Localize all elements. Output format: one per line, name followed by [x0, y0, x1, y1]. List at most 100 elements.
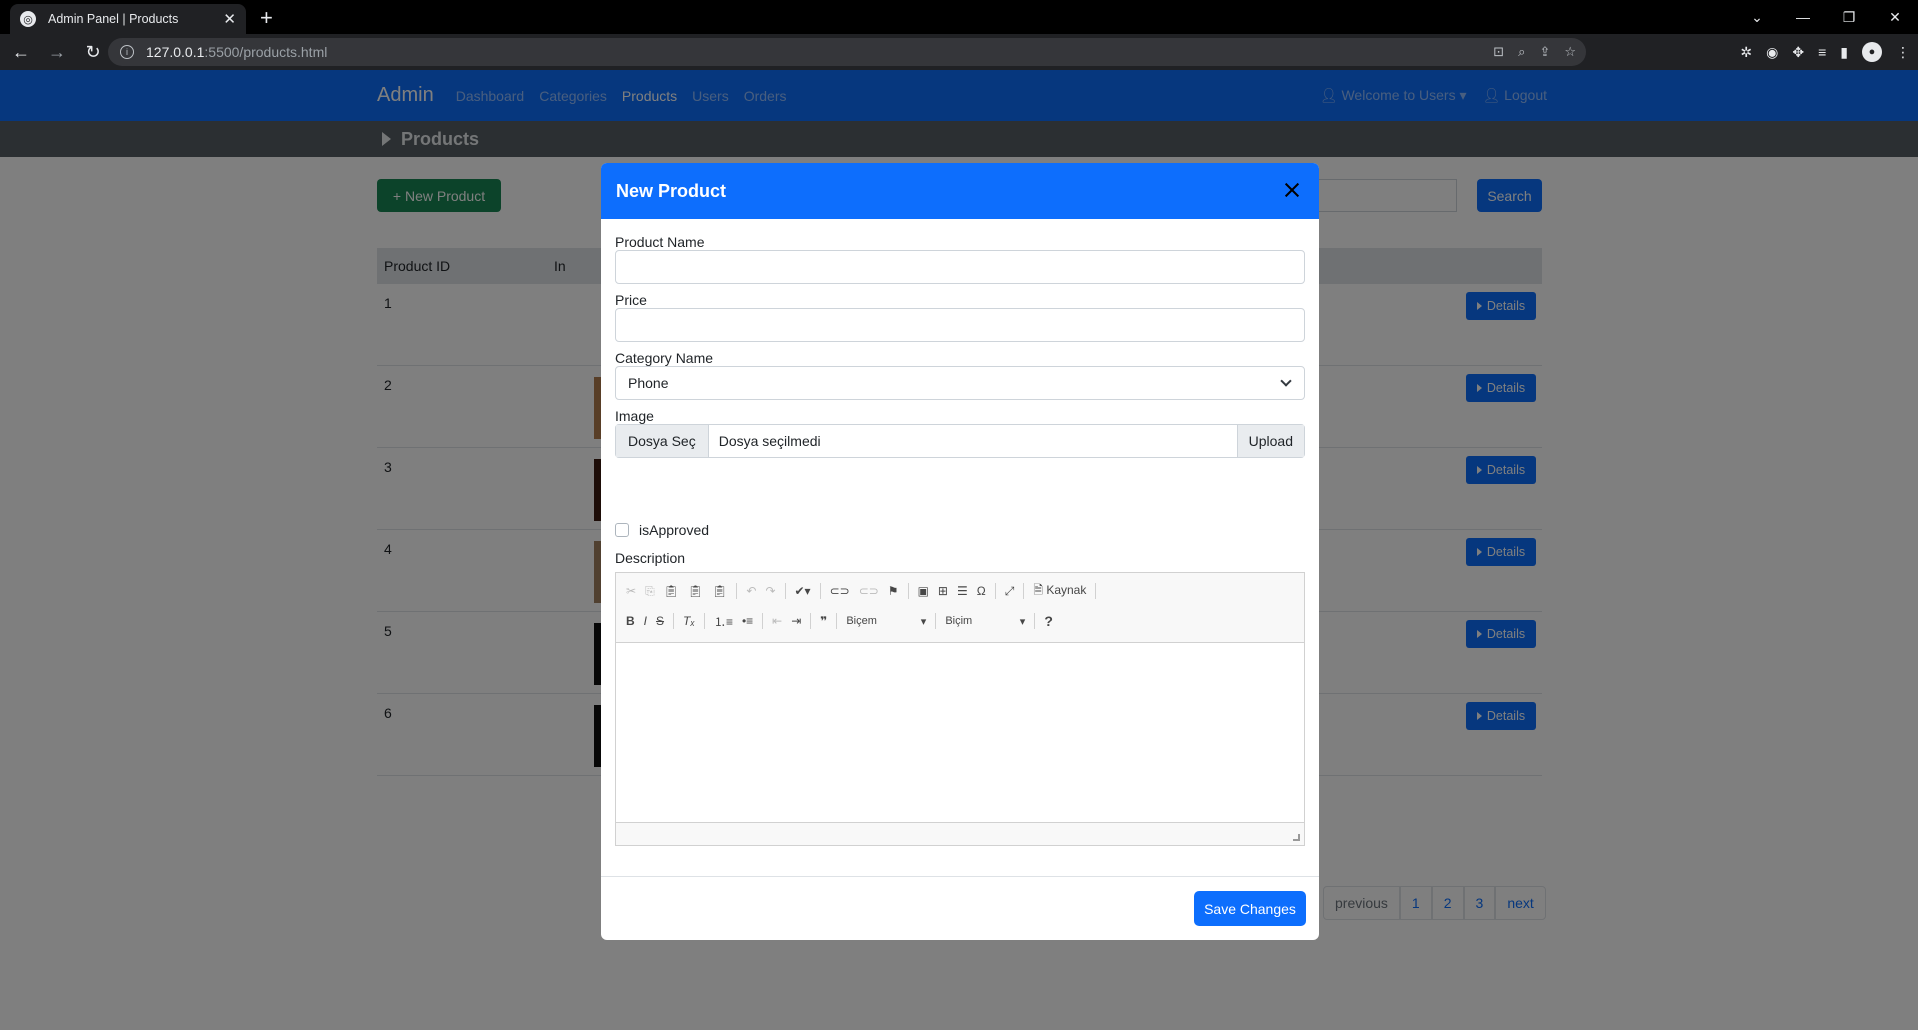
- image-label: Image: [615, 408, 654, 424]
- is-approved-field: isApproved: [615, 522, 709, 538]
- category-selected: Phone: [628, 375, 669, 391]
- special-char-icon[interactable]: Ω: [977, 584, 986, 598]
- format-combo-label: Biçim: [945, 614, 973, 627]
- toolbar-separator: [907, 583, 909, 599]
- numbered-list-icon[interactable]: ⒈≡: [714, 613, 733, 630]
- new-tab-icon[interactable]: +: [260, 5, 273, 31]
- chevron-down-icon: [1280, 375, 1292, 387]
- styles-combo[interactable]: Biçem ▾: [846, 615, 926, 628]
- toolbar-separator: [673, 613, 675, 629]
- bulleted-list-icon[interactable]: •≡: [742, 614, 753, 628]
- source-label: Kaynak: [1046, 582, 1087, 597]
- paste-word-icon[interactable]: 📋︎: [712, 584, 727, 598]
- spellcheck-icon[interactable]: ✔▾: [795, 584, 811, 598]
- toolbar-separator: [810, 613, 812, 629]
- toolbar-separator: [1095, 583, 1097, 599]
- is-approved-label: isApproved: [639, 522, 710, 538]
- cut-icon[interactable]: ✂: [626, 584, 636, 598]
- italic-icon[interactable]: I: [644, 614, 647, 628]
- category-label: Category Name: [615, 350, 714, 366]
- horizontal-line-icon[interactable]: ☰: [957, 584, 968, 598]
- share-icon[interactable]: ⇪: [1539, 44, 1550, 60]
- outdent-icon[interactable]: ⇤: [772, 614, 782, 628]
- undo-icon[interactable]: ↶: [746, 584, 756, 598]
- source-button[interactable]: 🗎︎ Kaynak: [1033, 581, 1086, 602]
- upload-button[interactable]: Upload: [1236, 425, 1304, 457]
- minimize-icon[interactable]: —: [1780, 9, 1826, 25]
- product-name-label: Product Name: [615, 234, 705, 250]
- back-icon[interactable]: ←: [6, 42, 36, 63]
- extension-icons: ✲ ◉ ✥ ≡ ▮ ● ⋮: [1740, 34, 1910, 70]
- paste-text-icon[interactable]: 📋︎: [688, 584, 703, 598]
- maximize-icon[interactable]: ⤢: [1005, 584, 1015, 599]
- toolbar-separator: [1023, 583, 1025, 599]
- url-host: 127.0.0.1: [146, 44, 205, 60]
- modal-footer: Save Changes: [601, 876, 1319, 940]
- format-combo[interactable]: Biçim ▾: [945, 615, 1025, 628]
- resize-handle-icon[interactable]: [1293, 834, 1300, 841]
- modal-header: New Product: [601, 163, 1319, 219]
- close-tab-icon[interactable]: ✕: [223, 10, 236, 28]
- media-queue-icon[interactable]: ≡: [1818, 44, 1826, 60]
- image-icon[interactable]: ▣: [918, 584, 929, 598]
- file-name: Dosya seçilmedi: [718, 433, 821, 449]
- save-changes-button[interactable]: Save Changes: [1194, 891, 1306, 926]
- browser-menu-icon[interactable]: ⋮: [1896, 44, 1910, 61]
- profile-avatar-icon[interactable]: ●: [1862, 42, 1882, 62]
- strike-icon[interactable]: S: [656, 614, 664, 628]
- tab-search-icon[interactable]: ⌄: [1734, 9, 1780, 26]
- price-input[interactable]: [615, 308, 1305, 342]
- link-icon[interactable]: ⊂⊃: [830, 584, 850, 598]
- description-editor: ✂ ⎘ 📋︎ 📋︎ 📋︎ ↶ ↷ ✔▾ ⊂⊃ ⊂⊃ ⚑ ▣ ⊞ ☰ Ω ⤢ 🗎︎…: [615, 572, 1305, 846]
- new-product-modal: New Product Product Name Price Category …: [601, 163, 1319, 940]
- copy-icon[interactable]: ⎘: [645, 584, 655, 599]
- window-controls: ⌄ — ❐ ✕: [1734, 0, 1918, 34]
- source-icon: 🗎︎: [1033, 582, 1043, 597]
- extensions-puzzle-icon[interactable]: ✥: [1792, 44, 1804, 61]
- url-path: :5500/products.html: [204, 44, 328, 60]
- indent-icon[interactable]: ⇥: [791, 614, 801, 628]
- extension-target-icon[interactable]: ◉: [1766, 44, 1778, 61]
- price-label: Price: [615, 292, 647, 308]
- bookmark-star-icon[interactable]: ☆: [1564, 44, 1576, 60]
- address-bar[interactable]: i 127.0.0.1:5500/products.html ⊡ ⌕ ⇪ ☆: [108, 38, 1586, 66]
- zoom-icon[interactable]: ⌕: [1518, 44, 1525, 60]
- reload-icon[interactable]: ↻: [78, 42, 108, 63]
- blockquote-icon[interactable]: ❞: [820, 614, 827, 628]
- paste-icon[interactable]: 📋︎: [664, 584, 679, 598]
- anchor-flag-icon[interactable]: ⚑: [888, 584, 899, 598]
- redo-icon[interactable]: ↷: [765, 584, 775, 598]
- close-window-icon[interactable]: ✕: [1872, 9, 1918, 26]
- browser-tab[interactable]: ◎ Admin Panel | Products ✕: [10, 4, 246, 34]
- bold-icon[interactable]: B: [626, 614, 635, 628]
- side-panel-icon[interactable]: ▮: [1840, 44, 1848, 61]
- modal-title: New Product: [616, 180, 727, 201]
- toolbar-separator: [994, 583, 996, 599]
- table-icon[interactable]: ⊞: [938, 584, 948, 598]
- forward-icon[interactable]: →: [42, 42, 72, 63]
- description-label: Description: [615, 550, 686, 566]
- react-devtools-icon[interactable]: ✲: [1740, 44, 1752, 61]
- editor-content-area[interactable]: [616, 643, 1304, 823]
- toolbar-separator: [762, 613, 764, 629]
- choose-file-button[interactable]: Dosya Seç: [616, 425, 709, 457]
- combo-arrow-icon: ▾: [920, 615, 927, 628]
- styles-combo-label: Biçem: [846, 614, 877, 627]
- help-icon[interactable]: ?: [1044, 613, 1053, 629]
- toolbar-separator: [935, 613, 937, 629]
- toolbar-separator: [819, 583, 821, 599]
- site-info-icon[interactable]: i: [120, 45, 134, 59]
- remove-format-icon[interactable]: Tₓ: [683, 614, 695, 628]
- translate-icon[interactable]: ⊡: [1493, 44, 1504, 60]
- toolbar-separator: [1034, 613, 1036, 629]
- close-icon[interactable]: [1279, 177, 1305, 203]
- is-approved-checkbox[interactable]: [615, 523, 629, 537]
- toolbar-separator: [836, 613, 838, 629]
- unlink-icon[interactable]: ⊂⊃: [859, 584, 879, 598]
- image-file-input: Dosya Seç Dosya seçilmedi Upload: [615, 424, 1305, 458]
- toolbar-separator: [736, 583, 738, 599]
- restore-icon[interactable]: ❐: [1826, 9, 1872, 26]
- combo-arrow-icon: ▾: [1019, 615, 1026, 628]
- category-select[interactable]: Phone: [615, 366, 1305, 400]
- product-name-input[interactable]: [615, 250, 1305, 284]
